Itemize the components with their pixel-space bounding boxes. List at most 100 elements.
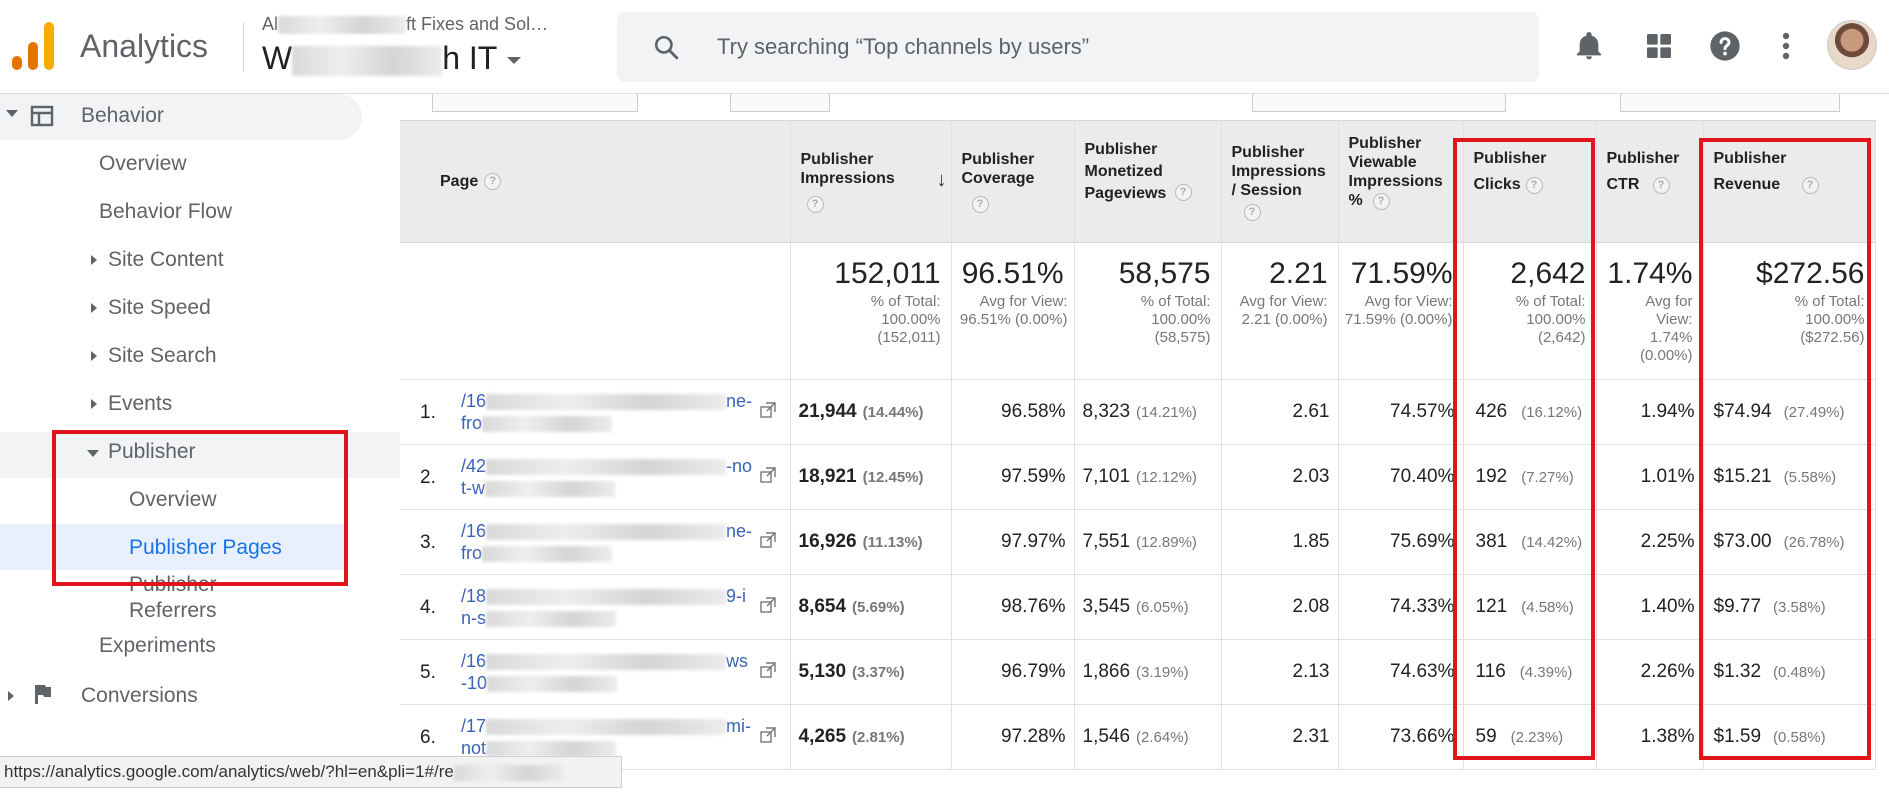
app-name: Analytics xyxy=(80,28,209,64)
chevron-down-icon xyxy=(6,110,18,117)
redacted-block xyxy=(482,546,613,563)
cell-value: 97.97% xyxy=(1001,531,1066,552)
col-header-page[interactable]: Page? xyxy=(400,120,791,243)
page-link[interactable]: /17 mi-not xyxy=(461,715,755,759)
help-icon[interactable]: ? xyxy=(971,196,989,213)
open-in-new-icon[interactable] xyxy=(759,402,776,418)
sidebar-item-experiments[interactable]: Experiments xyxy=(99,634,216,658)
col-header-publisher-impressions[interactable]: Publisher Impressions? ↓ xyxy=(790,120,952,243)
sidebar-item-overview[interactable]: Overview xyxy=(99,152,187,176)
help-icon[interactable]: ? xyxy=(806,196,824,213)
apps-grid-icon[interactable] xyxy=(1643,30,1675,62)
col-header-publisher-ctr[interactable]: Publisher CTR? xyxy=(1596,120,1704,243)
total-value: 2.21 xyxy=(1269,257,1328,290)
notifications-icon[interactable] xyxy=(1573,30,1605,62)
page-path-line2: n-s xyxy=(461,608,487,628)
help-icon[interactable]: ? xyxy=(1243,203,1261,221)
table-body: 1. /16 ne-fro 21,944 (14.44%) 96.58% 8,323 (14.… xyxy=(400,379,1876,770)
analytics-logo-icon[interactable] xyxy=(12,22,56,70)
totals-row: 152,011% of Total: 100.00% (152,011) 96.… xyxy=(400,242,1876,380)
sidebar-item-events[interactable]: Events xyxy=(108,392,172,416)
cell-value: 2.03 xyxy=(1292,466,1330,487)
cell-value: 2.31 xyxy=(1292,726,1330,747)
sidebar-item-behavior-label: Behavior xyxy=(81,104,164,127)
cell-percent: (11.13%) xyxy=(862,534,923,551)
table-search-input[interactable] xyxy=(1252,94,1506,112)
sidebar-item-conversions[interactable]: Conversions xyxy=(81,684,198,708)
total-cell: 2.21 Avg for View: 2.21 (0.00%) xyxy=(1221,242,1339,380)
sidebar-item-behavior[interactable] xyxy=(0,94,362,140)
impressions-cell: 21,944 (14.44%) xyxy=(790,379,952,445)
col-header-publisher-coverage[interactable]: Publisher Coverage? xyxy=(951,120,1075,243)
total-value: 152,011 xyxy=(834,257,941,290)
account-name[interactable]: Al ft Fixes and Sol… xyxy=(262,14,602,35)
open-in-new-icon[interactable] xyxy=(759,662,776,678)
page-path-end: -no xyxy=(726,456,753,476)
help-icon[interactable]: ? xyxy=(1174,184,1192,202)
page-link[interactable]: /42 -no t-w xyxy=(461,455,755,499)
cell-value: 96.58% xyxy=(1001,401,1066,422)
chevron-right-icon xyxy=(91,303,97,313)
help-icon[interactable]: ? xyxy=(1372,193,1390,211)
total-cell: 58,575% of Total: 100.00% (58,575) xyxy=(1074,242,1222,380)
cell-value: 1.01% xyxy=(1640,466,1695,487)
sidebar-item-site-content[interactable]: Site Content xyxy=(108,248,224,272)
redacted-block xyxy=(453,764,564,781)
search-icon xyxy=(654,35,679,60)
col-header-impressions-per-session[interactable]: Publisher Impressions / Session? xyxy=(1221,120,1339,243)
page-path-start: /17 xyxy=(461,716,487,736)
open-in-new-icon[interactable] xyxy=(759,532,776,548)
total-value: 1.74% xyxy=(1607,257,1693,290)
divider xyxy=(243,22,244,72)
ctr-cell: 1.01% xyxy=(1596,444,1704,510)
ctr-cell: 1.38% xyxy=(1596,704,1704,770)
highlight-box xyxy=(1699,138,1871,760)
page-link[interactable]: /16 ws -10 xyxy=(461,650,755,694)
chevron-right-icon xyxy=(91,399,97,409)
ctr-cell: 1.94% xyxy=(1596,379,1704,445)
sort-descending-icon[interactable]: ↓ xyxy=(937,170,947,190)
ctr-cell: 2.25% xyxy=(1596,509,1704,575)
sidebar-item-site-speed[interactable]: Site Speed xyxy=(108,296,211,320)
view-toggle-group[interactable] xyxy=(1620,94,1840,112)
page-cell: 2. /42 -no t-w xyxy=(400,444,791,510)
col-header-label: Publisher CTR xyxy=(1606,150,1680,193)
open-in-new-icon[interactable] xyxy=(759,597,776,613)
data-table: Page? Publisher Impressions? ↓ Publisher … xyxy=(400,120,1876,770)
col-header-monetized-pageviews[interactable]: Publisher Monetized Pageviews? xyxy=(1074,120,1222,243)
page-path-end: ws xyxy=(726,651,749,671)
col-header-label: Publisher Impressions / Session xyxy=(1231,143,1326,199)
cell-percent: (6.05%) xyxy=(1136,599,1189,616)
redacted-block xyxy=(486,394,727,411)
more-vert-icon[interactable] xyxy=(1770,30,1802,62)
col-header-viewable-impressions[interactable]: Publisher Viewable Impressions %? xyxy=(1338,120,1464,243)
totals-page-cell xyxy=(400,242,791,380)
help-icon[interactable]: ? xyxy=(484,173,502,191)
search-input[interactable] xyxy=(717,28,1497,66)
table-row: 5. /16 ws -10 5,130 (3.37%) 96.79% 1,866 (3.19%)… xyxy=(400,639,1876,705)
search-bar[interactable] xyxy=(617,12,1539,82)
page-link[interactable]: /16 ne-fro xyxy=(461,390,755,434)
sort-type-dropdown[interactable] xyxy=(730,94,830,112)
cell-value: 74.33% xyxy=(1390,596,1455,617)
total-value: 96.51% xyxy=(961,257,1064,290)
page-link[interactable]: /16 ne-fro xyxy=(461,520,755,564)
impressions-session-cell: 2.61 xyxy=(1221,379,1339,445)
redacted-block xyxy=(486,741,617,758)
impressions-session-cell: 2.08 xyxy=(1221,574,1339,640)
monetized-cell: 7,101 (12.12%) xyxy=(1074,444,1222,510)
secondary-dimension-dropdown[interactable] xyxy=(432,94,638,112)
property-selector[interactable]: Wh IT xyxy=(262,40,522,77)
sidebar: Behavior Overview Behavior Flow Site Con… xyxy=(0,94,400,794)
total-cell: 96.51% Avg for View: 96.51% (0.00%) xyxy=(951,242,1075,380)
sidebar-item-site-search[interactable]: Site Search xyxy=(108,344,217,368)
avatar[interactable] xyxy=(1827,20,1877,70)
help-icon[interactable]: ? xyxy=(1652,177,1670,195)
open-in-new-icon[interactable] xyxy=(759,727,776,743)
sidebar-item-behavior-flow[interactable]: Behavior Flow xyxy=(99,200,232,224)
help-icon[interactable] xyxy=(1709,30,1741,62)
total-subtext: Avg for View: 96.51% (0.00%) xyxy=(959,293,1068,328)
page-link[interactable]: /18 9-i n-s xyxy=(461,585,755,629)
open-in-new-icon[interactable] xyxy=(759,467,776,483)
impressions-session-cell: 2.13 xyxy=(1221,639,1339,705)
